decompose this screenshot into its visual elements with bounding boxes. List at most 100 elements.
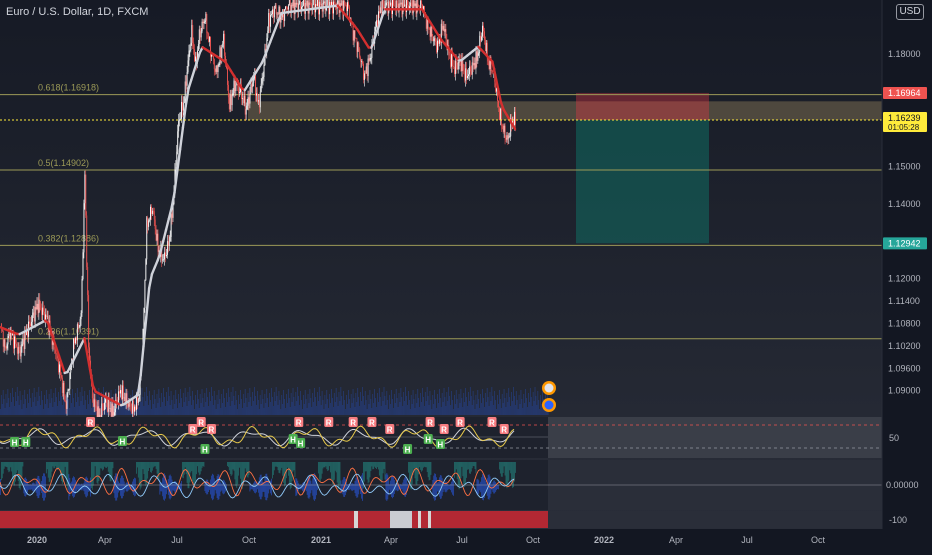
candle-body — [13, 334, 14, 349]
volume-bar — [417, 389, 418, 415]
volume-bar — [62, 405, 63, 415]
oscillator-bar — [330, 462, 331, 472]
volume-bar — [11, 402, 12, 415]
candle-body — [255, 75, 256, 96]
volume-bar — [459, 394, 460, 415]
candle-body — [320, 2, 321, 5]
volume-bar — [73, 398, 74, 415]
oscillator-bar — [44, 474, 45, 501]
volume-bar — [468, 392, 469, 415]
candle-body — [61, 375, 62, 378]
volume-bar — [36, 406, 37, 415]
oscillator-bar — [384, 462, 385, 469]
candle-body — [313, 0, 314, 5]
oscillator-bar — [370, 462, 371, 477]
oscillator-bar — [18, 462, 19, 481]
candle-body — [60, 364, 61, 375]
candle-body — [474, 63, 475, 65]
volume-bar — [367, 409, 368, 415]
oscillator-bar — [356, 478, 357, 496]
volume-bar — [32, 393, 33, 415]
candle-body — [215, 69, 216, 72]
oscillator-bar — [374, 462, 375, 467]
volume-bar — [400, 402, 401, 415]
volume-bar — [167, 401, 168, 415]
candle-body — [55, 353, 56, 354]
candle-body — [261, 84, 262, 92]
oscillator-bar — [223, 480, 224, 495]
oscillator-bar — [292, 462, 293, 481]
volume-bar — [484, 407, 485, 415]
volume-bar — [396, 389, 397, 415]
volume-bar — [249, 402, 250, 415]
oscillator-bar — [56, 462, 57, 469]
oscillator-bar — [36, 481, 37, 492]
candle-body — [106, 399, 107, 403]
candle-body — [37, 304, 38, 309]
volume-bar — [431, 409, 432, 415]
oscillator-bar — [321, 462, 322, 479]
volume-bar — [15, 392, 16, 415]
volume-bar — [256, 405, 257, 415]
volume-bar — [250, 388, 251, 415]
time-tick-label: Jul — [456, 535, 468, 545]
candle-body — [402, 0, 403, 14]
oscillator-bar — [219, 478, 220, 496]
indicator-pane-future — [548, 417, 882, 458]
candle-body — [451, 54, 452, 67]
candle-body — [270, 15, 271, 27]
volume-bar — [38, 401, 39, 415]
oscillator-bar — [211, 476, 212, 499]
currency-button[interactable]: USD — [896, 4, 924, 20]
volume-bar — [332, 398, 333, 415]
candle-body — [371, 58, 372, 59]
candle-body — [515, 112, 516, 125]
price-tick-label: 1.11400 — [888, 296, 920, 306]
volume-bar — [487, 388, 488, 415]
candle-body — [472, 62, 473, 74]
candle-body — [163, 259, 164, 260]
candle-body — [247, 106, 248, 109]
candle-body — [467, 76, 468, 78]
chart-area[interactable]: 0.618(1.16918)0.5(1.14902)0.382(1.12886)… — [0, 0, 932, 550]
volume-bar — [86, 409, 87, 415]
oscillator-bar — [431, 462, 432, 475]
candle-body — [429, 28, 430, 29]
volume-bar — [410, 409, 411, 415]
oscillator-bar — [452, 479, 453, 494]
volume-bar — [535, 387, 536, 415]
candle-body — [273, 9, 274, 17]
candle-body — [86, 215, 87, 267]
candle-body — [41, 310, 42, 315]
volume-bar — [282, 404, 283, 415]
volume-bar — [321, 405, 322, 415]
oscillator-bar — [377, 462, 378, 467]
candle-body — [348, 2, 349, 6]
candle-body — [500, 109, 501, 120]
volume-bar — [353, 389, 354, 415]
candle-body — [203, 22, 204, 23]
volume-bar — [270, 402, 271, 415]
oscillator-bar — [454, 462, 455, 478]
candle-body — [314, 0, 315, 12]
volume-bar — [145, 401, 146, 415]
oscillator-bar — [149, 462, 150, 468]
candle-body — [158, 234, 159, 252]
volume-bar — [488, 397, 489, 415]
oscillator-bar — [269, 485, 270, 490]
volume-bar — [187, 406, 188, 415]
volume-bar — [293, 388, 294, 415]
candle-body — [468, 74, 469, 76]
oscillator-bar — [426, 462, 427, 467]
oscillator-bar — [16, 462, 17, 473]
oscillator-bar — [310, 481, 311, 494]
candle-body — [179, 119, 180, 120]
candle-body — [458, 63, 459, 69]
candle-body — [332, 2, 333, 14]
candle-body — [7, 344, 8, 348]
volume-bar — [219, 390, 220, 415]
volume-bar — [183, 393, 184, 415]
oscillator-bar — [33, 482, 34, 491]
volume-bar — [502, 394, 503, 415]
oscillator-bar — [107, 462, 108, 467]
